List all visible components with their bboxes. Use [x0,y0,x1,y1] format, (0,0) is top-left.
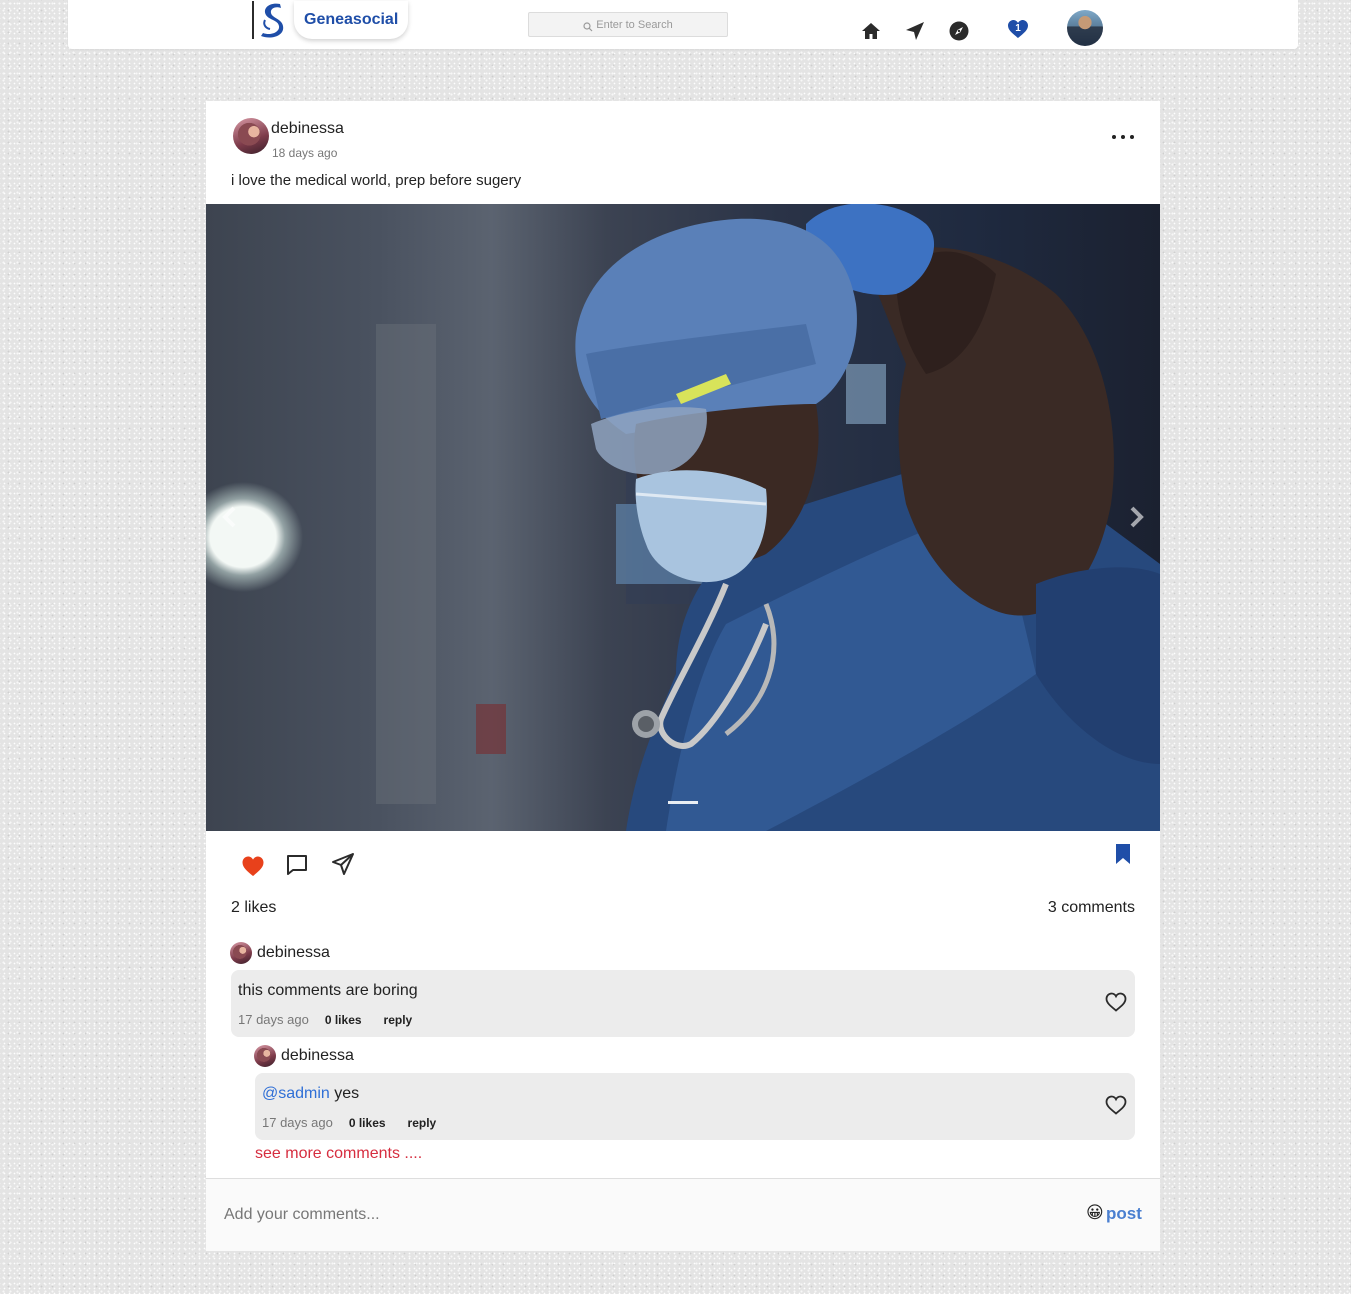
comments-count[interactable]: 3 comments [1048,899,1135,917]
post-actions [206,831,1160,901]
emoji-picker-icon[interactable]: 😀 [1086,1203,1104,1223]
reply-time: 17 days ago [262,1115,333,1130]
comment-author[interactable]: debinessa [230,942,330,964]
comment-avatar [230,942,252,964]
reply-text: @sadmin yes [262,1085,359,1103]
post-image-carousel[interactable] [206,204,1160,831]
notifications-button[interactable]: 1 [1007,19,1029,39]
comment-icon[interactable] [285,853,309,877]
comment-text: this comments are boring [238,982,418,999]
profile-avatar[interactable] [1067,10,1103,46]
post-card: debinessa 18 days ago i love the medical… [206,101,1160,1251]
reply-likes[interactable]: 0 likes [349,1116,386,1130]
reply-button[interactable]: reply [408,1116,437,1130]
brand-logo-icon [261,3,284,38]
compass-icon[interactable] [948,20,970,42]
search-placeholder: Enter to Search [596,18,673,31]
like-heart-icon[interactable] [241,855,265,877]
post-author[interactable]: debinessa [271,120,344,138]
reply-button[interactable]: reply [384,1013,413,1027]
home-icon[interactable] [860,20,882,42]
see-more-comments-link[interactable]: see more comments .... [255,1145,422,1163]
comment-bubble: this comments are boring 17 days ago 0 l… [231,970,1135,1037]
post-timestamp: 18 days ago [272,146,338,160]
brand-name[interactable]: Geneasocial [294,1,409,39]
reply-avatar [254,1045,276,1067]
notification-badge: 1 [1015,22,1021,34]
post-photo [376,204,1160,831]
carousel-indicator[interactable] [668,801,698,804]
reply-text-body: yes [334,1085,360,1102]
search-icon [583,21,593,31]
mention-link[interactable]: @sadmin [262,1085,330,1102]
more-options-button[interactable] [1112,129,1134,145]
likes-count[interactable]: 2 likes [231,899,276,917]
comment-author-name: debinessa [257,944,330,961]
comment-like-heart-icon[interactable] [1105,992,1127,1012]
carousel-prev-icon[interactable] [218,504,242,530]
dot-icon [1130,135,1134,139]
post-comment-button[interactable]: post [1106,1204,1142,1224]
brand[interactable]: Geneasocial [252,0,409,40]
dot-icon [1112,135,1116,139]
brand-divider [252,1,254,39]
send-icon[interactable] [904,20,926,42]
reply-author[interactable]: debinessa [254,1045,354,1067]
top-navbar: Geneasocial Enter to Search 1 [68,0,1298,49]
bookmark-icon[interactable] [1114,843,1132,865]
author-avatar[interactable] [233,118,269,154]
post-caption: i love the medical world, prep before su… [231,172,522,189]
comment-composer: 😀 post [206,1178,1160,1251]
reply-meta: 17 days ago 0 likes reply [262,1115,436,1130]
share-send-icon[interactable] [331,852,355,876]
reply-author-name: debinessa [281,1047,354,1064]
dot-icon [1121,135,1125,139]
comment-input[interactable] [224,1201,1064,1229]
reply-bubble: @sadmin yes 17 days ago 0 likes reply [255,1073,1135,1140]
comment-meta: 17 days ago 0 likes reply [238,1012,412,1027]
reply-like-heart-icon[interactable] [1105,1095,1127,1115]
carousel-next-icon[interactable] [1124,504,1148,530]
comment-time: 17 days ago [238,1012,309,1027]
search-box[interactable]: Enter to Search [528,12,728,37]
comment-likes[interactable]: 0 likes [325,1013,362,1027]
